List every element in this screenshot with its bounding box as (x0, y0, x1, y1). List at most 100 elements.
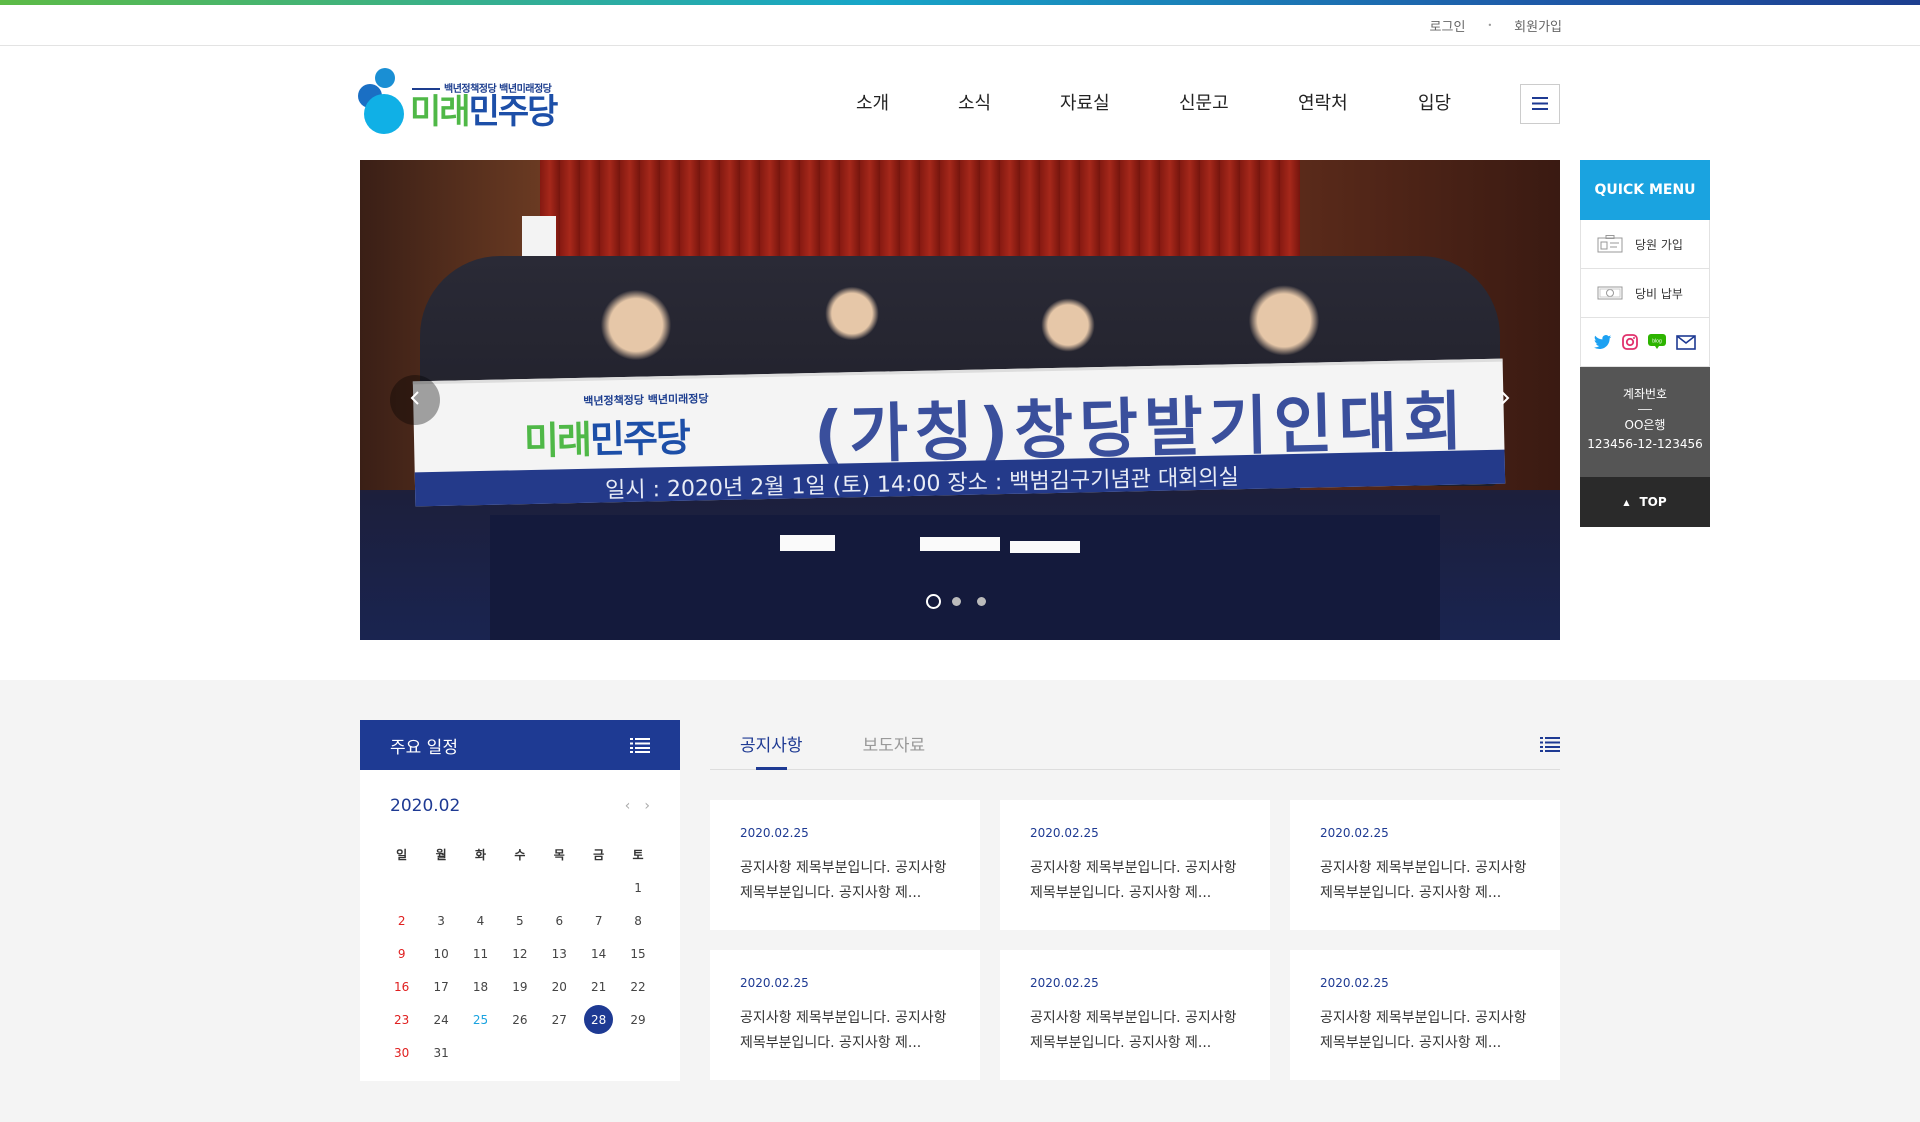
card-title: 공지사항 제목부분입니다. 공지사항 제목부분입니다. 공지사항 제... (1320, 860, 1527, 901)
calendar-week: 16 17 18 19 20 21 22 (382, 970, 658, 1003)
tab-notice[interactable]: 공지사항 (740, 731, 803, 770)
calendar-day-selected[interactable]: 28 (579, 1004, 618, 1034)
calendar-day[interactable]: 26 (500, 1013, 539, 1027)
calendar-nav: ‹ › (625, 798, 650, 814)
calendar-month: 2020.02 (390, 796, 461, 816)
table-paper (1010, 541, 1080, 553)
account-divider (1638, 409, 1652, 410)
nav-item-archive[interactable]: 자료실 (1060, 89, 1179, 115)
hero-dot-1[interactable] (926, 594, 941, 609)
calendar-day[interactable]: 9 (382, 947, 421, 961)
quick-item-dues[interactable]: 당비 납부 (1580, 269, 1710, 318)
calendar-day[interactable]: 20 (540, 980, 579, 994)
blog-icon[interactable]: blog (1648, 334, 1666, 350)
calendar-day-today[interactable]: 25 (461, 1013, 500, 1027)
calendar-day[interactable]: 7 (579, 914, 618, 928)
calendar-day[interactable]: 12 (500, 947, 539, 961)
calendar-day[interactable]: 22 (618, 980, 657, 994)
quick-menu: QUICK MENU 당원 가입 당비 납부 blog 계좌번호 OO은행 12… (1580, 160, 1710, 527)
quick-item-join-label: 당원 가입 (1635, 237, 1683, 252)
chevron-left-icon (409, 390, 421, 410)
twitter-icon[interactable] (1594, 334, 1612, 350)
tab-press[interactable]: 보도자료 (863, 731, 926, 769)
calendar-week: 30 31 (382, 1036, 658, 1069)
logo-name-part2: 민주당 (468, 92, 559, 132)
calendar-day[interactable]: 24 (421, 1013, 460, 1027)
calendar-header: 주요 일정 (360, 720, 680, 770)
logo-dot-large (364, 94, 404, 134)
calendar-day[interactable]: 29 (618, 1013, 657, 1027)
calendar-day[interactable]: 4 (461, 914, 500, 928)
card-title: 공지사항 제목부분입니다. 공지사항 제목부분입니다. 공지사항 제... (1030, 860, 1237, 901)
hero-next-button[interactable] (1480, 375, 1530, 425)
calendar-day[interactable]: 6 (540, 914, 579, 928)
nav-item-news[interactable]: 소식 (958, 89, 1060, 115)
chevron-right-icon[interactable]: › (644, 798, 650, 814)
calendar-day[interactable]: 13 (540, 947, 579, 961)
account-info: 계좌번호 OO은행 123456-12-123456 (1580, 367, 1710, 477)
card-date: 2020.02.25 (1320, 826, 1389, 840)
all-menu-button[interactable] (1520, 84, 1560, 124)
hero-table (490, 515, 1440, 640)
calendar-day[interactable]: 1 (618, 881, 657, 895)
hero-dot-3[interactable] (977, 597, 986, 606)
calendar-day[interactable]: 15 (618, 947, 657, 961)
quick-item-join[interactable]: 당원 가입 (1580, 220, 1710, 269)
hero-prev-button[interactable] (390, 375, 440, 425)
hero-slider: 백년정책정당 백년미래정당 미래민주당 (가칭)창당발기인대회 일시 : 202… (360, 160, 1560, 640)
list-icon[interactable] (630, 737, 650, 753)
calendar-day[interactable]: 31 (421, 1046, 460, 1060)
calendar-day[interactable]: 21 (579, 980, 618, 994)
nav-item-about[interactable]: 소개 (856, 89, 958, 115)
notice-card[interactable]: 2020.02.25 공지사항 제목부분입니다. 공지사항 제목부분입니다. 공… (710, 950, 980, 1080)
calendar-day[interactable]: 10 (421, 947, 460, 961)
banner-logo: 미래민주당 (523, 407, 690, 465)
calendar-day[interactable]: 16 (382, 980, 421, 994)
calendar-day[interactable]: 2 (382, 914, 421, 928)
mail-icon[interactable] (1676, 334, 1696, 350)
login-link[interactable]: 로그인 (1430, 16, 1466, 35)
svg-text:blog: blog (1652, 339, 1662, 345)
scroll-top-button[interactable]: ▲ TOP (1580, 477, 1710, 527)
member-card-icon (1597, 235, 1623, 253)
calendar-day[interactable]: 23 (382, 1013, 421, 1027)
list-icon[interactable] (1540, 736, 1560, 752)
notice-card[interactable]: 2020.02.25 공지사항 제목부분입니다. 공지사항 제목부분입니다. 공… (1290, 800, 1560, 930)
utility-bar: 로그인 • 회원가입 (0, 5, 1920, 46)
calendar-week: 2 3 4 5 6 7 8 (382, 904, 658, 937)
hero-dot-2[interactable] (952, 597, 961, 606)
hamburger-icon (1532, 95, 1548, 114)
quick-item-dues-label: 당비 납부 (1635, 286, 1683, 301)
nav-item-contact[interactable]: 연락처 (1298, 89, 1418, 115)
calendar-day[interactable]: 14 (579, 947, 618, 961)
chevron-left-icon[interactable]: ‹ (625, 798, 631, 814)
logo-name-part1: 미래 (410, 92, 471, 132)
weekday-label: 금 (593, 848, 605, 862)
notice-card[interactable]: 2020.02.25 공지사항 제목부분입니다. 공지사항 제목부분입니다. 공… (1000, 950, 1270, 1080)
card-date: 2020.02.25 (1320, 976, 1389, 990)
nav-item-petition[interactable]: 신문고 (1179, 89, 1298, 115)
calendar-day[interactable]: 3 (421, 914, 460, 928)
calendar-day[interactable]: 17 (421, 980, 460, 994)
calendar-day[interactable]: 18 (461, 980, 500, 994)
calendar-week: 9 10 11 12 13 14 15 (382, 937, 658, 970)
site-logo[interactable]: 백년정책정당 백년미래정당 미래민주당 (358, 66, 563, 134)
calendar-day[interactable]: 19 (500, 980, 539, 994)
table-paper (780, 535, 835, 551)
notice-card[interactable]: 2020.02.25 공지사항 제목부분입니다. 공지사항 제목부분입니다. 공… (1000, 800, 1270, 930)
calendar-day[interactable]: 30 (382, 1046, 421, 1060)
notice-card[interactable]: 2020.02.25 공지사항 제목부분입니다. 공지사항 제목부분입니다. 공… (1290, 950, 1560, 1080)
calendar-day[interactable]: 11 (461, 947, 500, 961)
nav-item-join[interactable]: 입당 (1418, 89, 1451, 115)
calendar-day[interactable]: 8 (618, 914, 657, 928)
hero-banner: 백년정책정당 백년미래정당 미래민주당 (가칭)창당발기인대회 일시 : 202… (412, 358, 1506, 507)
card-date: 2020.02.25 (740, 826, 809, 840)
calendar-day[interactable]: 27 (540, 1013, 579, 1027)
logo-dot-small (375, 68, 395, 88)
instagram-icon[interactable] (1622, 334, 1638, 350)
notice-card[interactable]: 2020.02.25 공지사항 제목부분입니다. 공지사항 제목부분입니다. 공… (710, 800, 980, 930)
calendar-day[interactable]: 5 (500, 914, 539, 928)
card-title: 공지사항 제목부분입니다. 공지사항 제목부분입니다. 공지사항 제... (1320, 1010, 1527, 1051)
signup-link[interactable]: 회원가입 (1514, 16, 1562, 35)
calendar-grid: 일 월 화 수 목 금 토 1 2 3 4 5 6 7 8 9 10 11 12… (382, 838, 658, 1069)
